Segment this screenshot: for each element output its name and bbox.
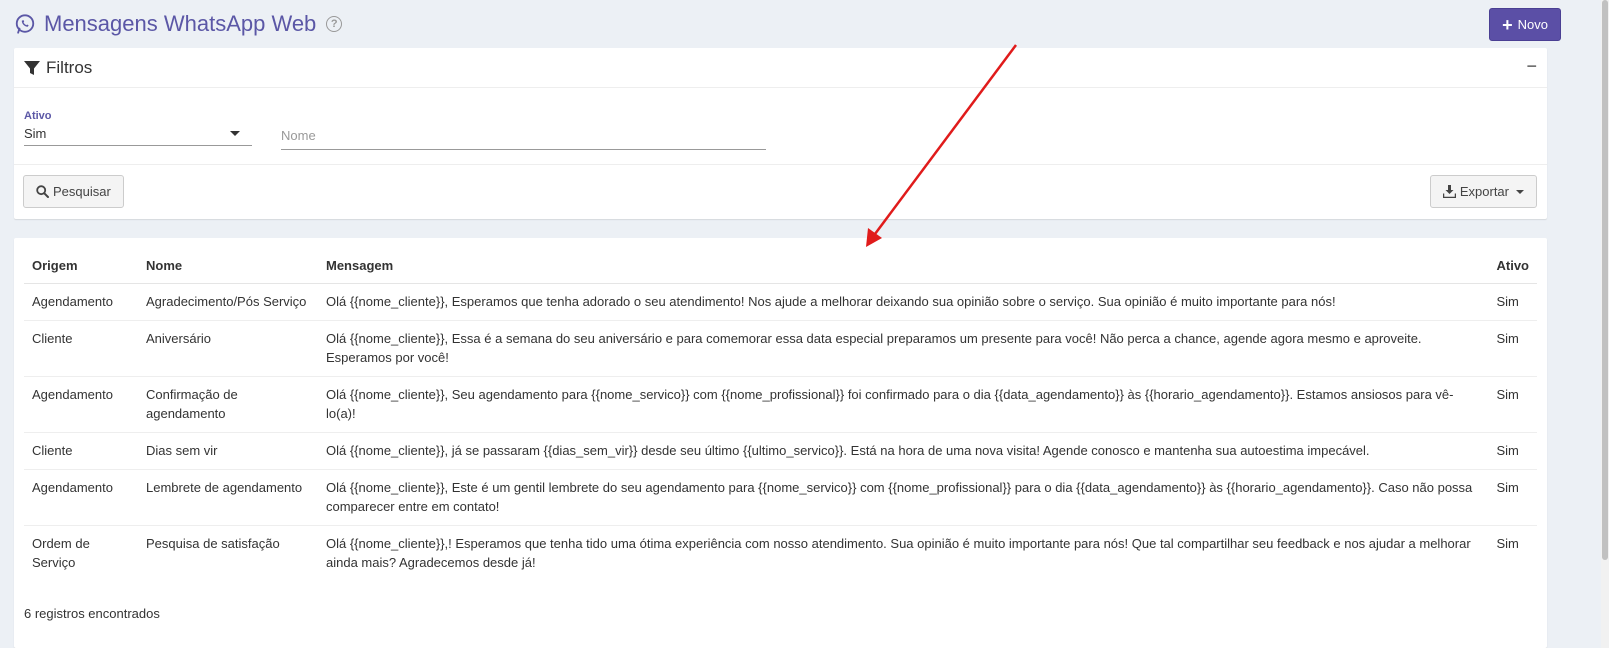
scrollbar-thumb[interactable] — [1602, 0, 1608, 560]
cell-nome: Agradecimento/Pós Serviço — [138, 283, 318, 321]
table-row[interactable]: Ordem de Serviço Pesquisa de satisfação … — [24, 525, 1537, 581]
search-button-label: Pesquisar — [53, 184, 111, 199]
cell-mensagem: Olá {{nome_cliente}}, Este é um gentil l… — [318, 469, 1489, 526]
cell-origem: Agendamento — [24, 283, 138, 321]
nome-field — [281, 122, 766, 150]
cell-ativo: Sim — [1488, 432, 1537, 470]
filter-icon — [24, 60, 40, 75]
cell-ativo: Sim — [1488, 320, 1537, 377]
column-header-mensagem[interactable]: Mensagem — [318, 248, 1489, 284]
column-header-nome[interactable]: Nome — [138, 248, 318, 284]
filters-footer: Pesquisar Exportar — [14, 165, 1547, 219]
scrollbar[interactable] — [1601, 0, 1609, 648]
messages-table-panel: Origem Nome Mensagem Ativo Agendamento A… — [14, 238, 1547, 648]
cell-nome: Dias sem vir — [138, 432, 318, 470]
export-button-label: Exportar — [1459, 184, 1509, 199]
ativo-select-value: Sim — [24, 126, 47, 141]
cell-nome: Aniversário — [138, 320, 318, 377]
cell-origem: Cliente — [24, 432, 138, 470]
cell-origem: Cliente — [24, 320, 138, 377]
cell-ativo: Sim — [1488, 469, 1537, 526]
ativo-field: Ativo Sim — [24, 110, 252, 146]
page-title: Mensagens WhatsApp Web ? — [14, 11, 343, 37]
table-row[interactable]: Agendamento Lembrete de agendamento Olá … — [24, 469, 1537, 526]
filters-body: Ativo Sim — [14, 88, 1547, 165]
collapse-button[interactable]: − — [1526, 56, 1537, 77]
nome-input[interactable] — [281, 122, 766, 150]
plus-icon: + — [1502, 14, 1513, 35]
column-header-origem[interactable]: Origem — [24, 248, 138, 284]
ativo-select[interactable]: Sim — [24, 122, 252, 146]
messages-table: Origem Nome Mensagem Ativo Agendamento A… — [24, 248, 1537, 581]
cell-nome: Lembrete de agendamento — [138, 469, 318, 526]
cell-mensagem: Olá {{nome_cliente}},! Esperamos que ten… — [318, 525, 1489, 581]
cell-origem: Ordem de Serviço — [24, 525, 138, 581]
cell-ativo: Sim — [1488, 376, 1537, 433]
cell-mensagem: Olá {{nome_cliente}}, Esperamos que tenh… — [318, 283, 1489, 321]
table-row[interactable]: Cliente Aniversário Olá {{nome_cliente}}… — [24, 320, 1537, 377]
search-button[interactable]: Pesquisar — [23, 175, 124, 208]
page-title-text: Mensagens WhatsApp Web — [44, 11, 317, 36]
table-row[interactable]: Agendamento Confirmação de agendamento O… — [24, 376, 1537, 433]
new-button-label: Novo — [1517, 17, 1548, 32]
cell-nome: Confirmação de agendamento — [138, 376, 318, 433]
cell-origem: Agendamento — [24, 376, 138, 433]
cell-origem: Agendamento — [24, 469, 138, 526]
page-header: Mensagens WhatsApp Web ? + Novo — [14, 7, 1579, 41]
export-button[interactable]: Exportar — [1429, 175, 1537, 208]
chevron-down-icon — [230, 131, 240, 136]
table-row[interactable]: Cliente Dias sem vir Olá {{nome_cliente}… — [24, 432, 1537, 470]
cell-ativo: Sim — [1488, 283, 1537, 321]
filters-title: Filtros — [46, 57, 93, 77]
column-header-ativo[interactable]: Ativo — [1488, 248, 1537, 284]
caret-down-icon — [1516, 189, 1524, 194]
search-icon — [36, 185, 49, 198]
cell-mensagem: Olá {{nome_cliente}}, já se passaram {{d… — [318, 432, 1489, 470]
records-count: 6 registros encontrados — [24, 606, 160, 621]
table-row[interactable]: Agendamento Agradecimento/Pós Serviço Ol… — [24, 283, 1537, 321]
cell-mensagem: Olá {{nome_cliente}}, Seu agendamento pa… — [318, 376, 1489, 433]
cell-ativo: Sim — [1488, 525, 1537, 581]
cell-mensagem: Olá {{nome_cliente}}, Essa é a semana do… — [318, 320, 1489, 377]
download-icon — [1442, 185, 1456, 198]
ativo-label: Ativo — [24, 110, 52, 122]
cell-nome: Pesquisa de satisfação — [138, 525, 318, 581]
filters-panel: Filtros − Ativo Sim Pesquisar — [14, 48, 1547, 219]
new-button[interactable]: + Novo — [1489, 8, 1561, 41]
help-icon[interactable]: ? — [326, 16, 343, 32]
filters-header: Filtros − — [14, 48, 1547, 88]
whatsapp-icon — [15, 14, 35, 34]
table-header-row: Origem Nome Mensagem Ativo — [24, 248, 1537, 284]
